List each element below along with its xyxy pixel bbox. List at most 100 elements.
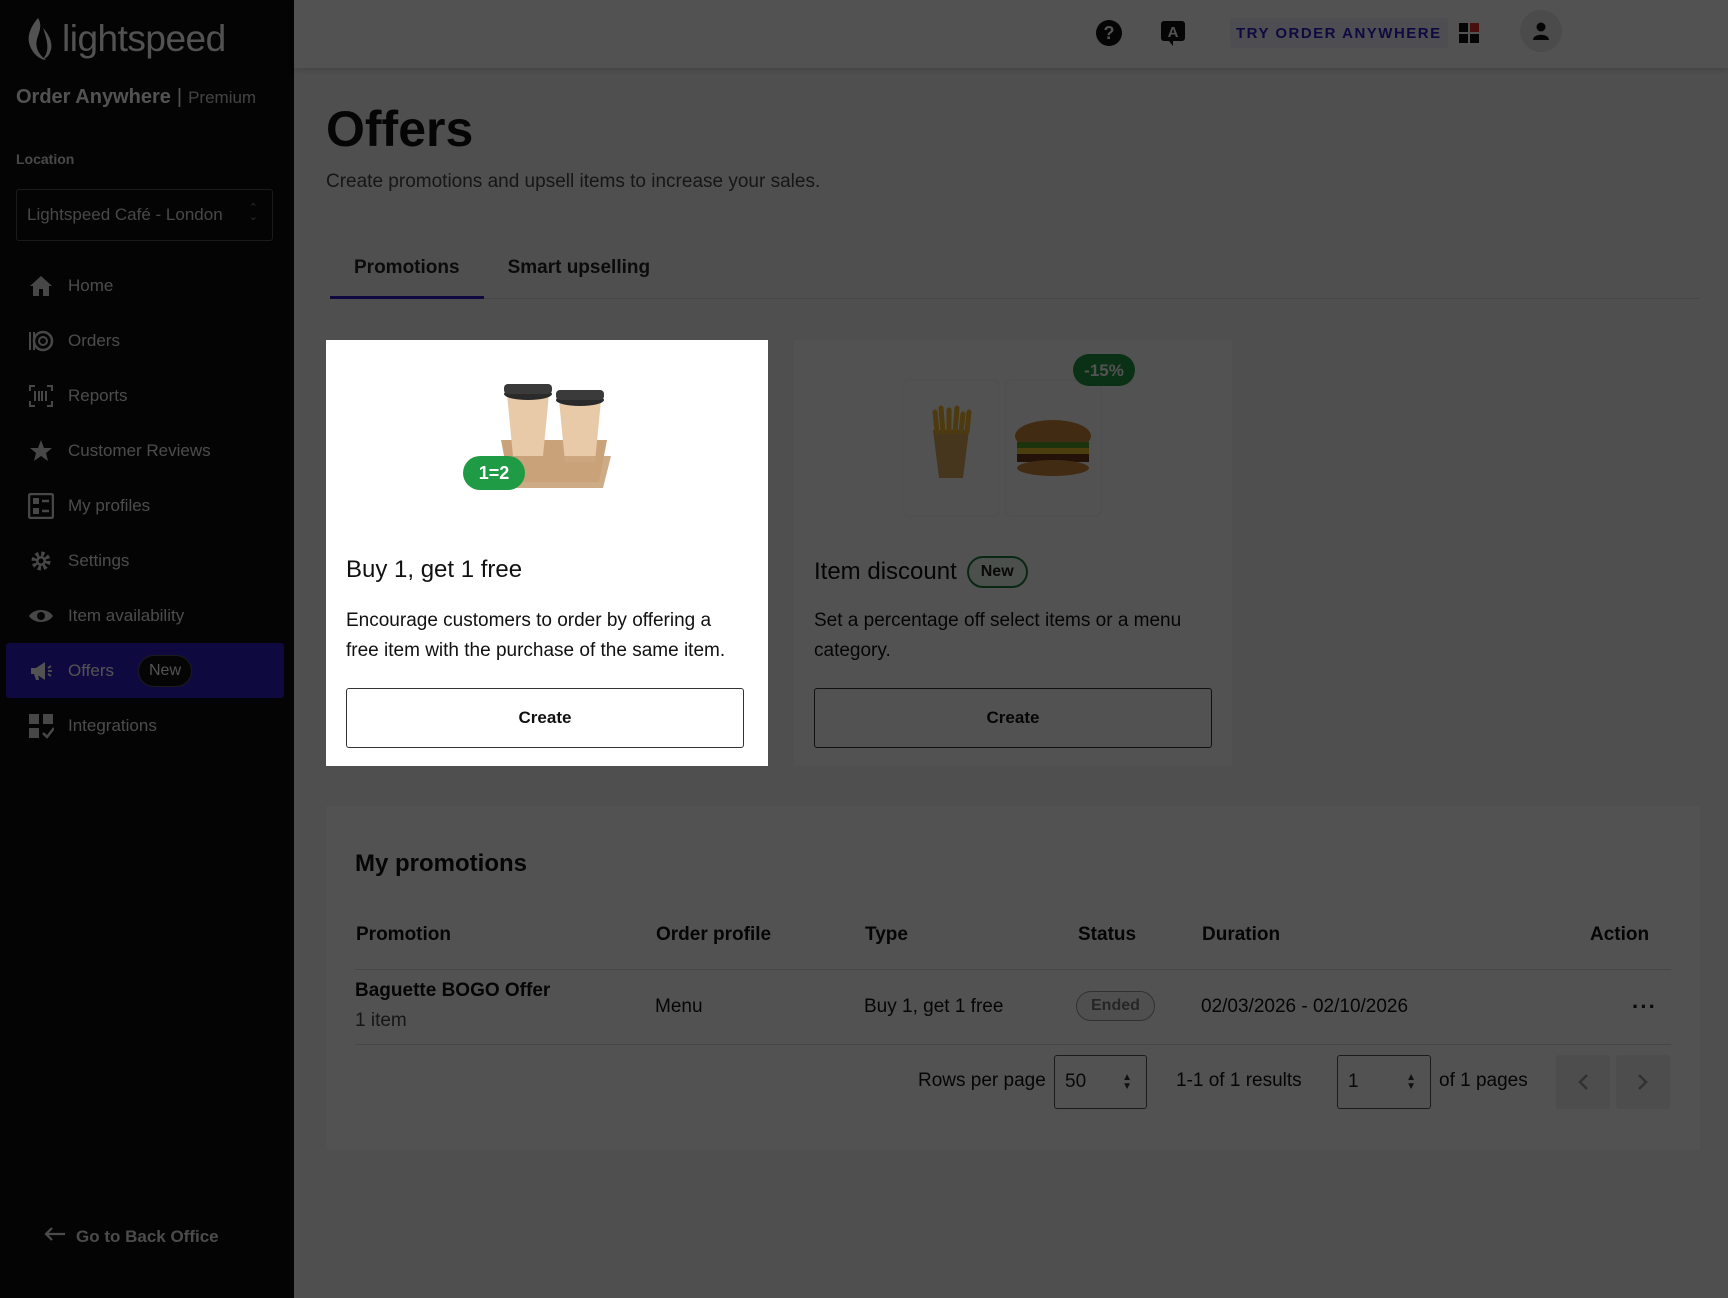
translate-icon[interactable]: A: [1158, 18, 1188, 48]
sidebar-item-orders[interactable]: Orders: [6, 313, 284, 368]
previous-page-button[interactable]: [1556, 1055, 1610, 1109]
user-icon: [1533, 22, 1549, 40]
create-item-discount-button[interactable]: Create: [814, 688, 1212, 748]
app-name-label: Order Anywhere: [16, 86, 171, 108]
megaphone-icon: [28, 658, 54, 684]
sidebar-item-offers[interactable]: Offers New: [6, 643, 284, 698]
sidebar-item-label: Offers: [68, 660, 114, 680]
app-name: Order Anywhere | Premium: [16, 86, 256, 109]
sidebar-item-reports[interactable]: Reports: [6, 368, 284, 423]
logo-text: lightspeed: [62, 18, 226, 59]
svg-text:A: A: [1168, 24, 1179, 41]
promotion-item-count: 1 item: [355, 1010, 407, 1031]
rows-per-page-value: 50: [1065, 1071, 1087, 1092]
sidebar-nav: Home Orders Reports Customer Reviews My …: [6, 258, 284, 753]
new-pill: New: [966, 556, 1028, 588]
sidebar-item-label: Customer Reviews: [68, 440, 211, 460]
location-value: Lightspeed Café - London: [27, 205, 223, 224]
sidebar-item-customer-reviews[interactable]: Customer Reviews: [6, 423, 284, 478]
sidebar-item-label: Reports: [68, 385, 128, 405]
sidebar-item-label: Item availability: [68, 605, 185, 625]
page-value: 1: [1348, 1071, 1359, 1092]
column-header-type: Type: [865, 924, 908, 945]
star-icon: [28, 438, 54, 464]
order-profile-cell: Menu: [655, 996, 703, 1017]
offers-tabs: Promotions Smart upselling: [330, 245, 1700, 299]
my-promotions-title: My promotions: [355, 850, 527, 877]
type-cell: Buy 1, get 1 free: [864, 996, 1004, 1017]
sidebar-item-integrations[interactable]: Integrations: [6, 698, 284, 753]
column-header-status: Status: [1078, 924, 1137, 945]
rows-per-page-select[interactable]: 50 ▲ ▼: [1054, 1055, 1147, 1109]
status-badge: Ended: [1076, 991, 1155, 1021]
sidebar-item-label: Home: [68, 275, 114, 295]
discount-badge-text: -15%: [1084, 361, 1124, 380]
location-select[interactable]: Lightspeed Café - London ⌃ ⌄: [16, 189, 273, 241]
tab-promotions[interactable]: Promotions: [330, 245, 484, 299]
chevron-right-icon: [1638, 1074, 1648, 1090]
sidebar-item-home[interactable]: Home: [6, 258, 284, 313]
help-icon[interactable]: ?: [1094, 18, 1124, 48]
column-header-order-profile: Order profile: [656, 924, 772, 945]
flame-icon: [28, 18, 52, 60]
page-title: Offers: [326, 101, 474, 157]
duration-cell: 02/03/2026 - 02/10/2026: [1201, 996, 1409, 1017]
top-bar: ? A TRY ORDER ANYWHERE: [294, 0, 1728, 68]
reports-icon: [28, 383, 54, 409]
create-bogo-button[interactable]: Create: [346, 688, 744, 748]
sidebar: lightspeed Order Anywhere | Premium Locati…: [0, 0, 294, 1298]
gear-icon: [28, 548, 54, 574]
my-promotions-panel: My promotions Promotion Order profile Ty…: [326, 806, 1700, 1150]
plan-tier: Premium: [188, 88, 257, 107]
sidebar-item-label: Settings: [68, 550, 130, 570]
card-title: Buy 1, get 1 free: [346, 556, 523, 583]
svg-text:?: ?: [1104, 23, 1115, 43]
orders-icon: [28, 328, 54, 354]
try-order-anywhere-button[interactable]: TRY ORDER ANYWHERE: [1230, 18, 1448, 48]
sidebar-item-label: My profiles: [68, 495, 151, 515]
select-chevron-icon: ⌃ ⌄: [248, 202, 258, 223]
table-row-divider: [355, 1044, 1671, 1045]
item-discount-card: -15% Item discount New Set a percentage …: [794, 340, 1232, 766]
sidebar-item-item-availability[interactable]: Item availability: [6, 588, 284, 643]
app-name-separator: |: [176, 86, 183, 108]
card-description: Set a percentage off select items or a m…: [814, 610, 1182, 661]
bogo-badge-text: 1=2: [479, 463, 510, 483]
rows-per-page-label: Rows per page: [918, 1070, 1046, 1091]
column-header-duration: Duration: [1202, 924, 1281, 945]
new-badge: New: [137, 654, 192, 687]
home-icon: [28, 273, 54, 299]
card-description: Encourage customers to order by offering…: [346, 610, 726, 661]
tab-smart-upselling[interactable]: Smart upselling: [484, 245, 675, 299]
total-pages: of 1 pages: [1439, 1070, 1528, 1091]
sidebar-item-my-profiles[interactable]: My profiles: [6, 478, 284, 533]
select-chevron-icon: ▲ ▼: [1122, 1072, 1132, 1092]
card-title: Item discount New: [814, 556, 1028, 588]
lightspeed-logo[interactable]: lightspeed: [24, 16, 226, 62]
apps-icon[interactable]: [1454, 18, 1484, 48]
location-label: Location: [16, 151, 75, 167]
bogo-illustration: 1=2: [326, 340, 768, 530]
table-header-divider: [355, 969, 1671, 970]
column-header-action: Action: [1590, 924, 1650, 945]
next-page-button[interactable]: [1616, 1055, 1670, 1109]
chevron-left-icon: [1578, 1074, 1588, 1090]
profiles-icon: [28, 492, 54, 519]
sidebar-item-label: Integrations: [68, 715, 157, 735]
more-actions-button[interactable]: ···: [1632, 994, 1657, 1020]
promotion-name[interactable]: Baguette BOGO Offer: [355, 980, 550, 1002]
column-header-promotion: Promotion: [356, 924, 451, 945]
arrow-left-icon: [44, 1226, 66, 1247]
integrations-icon: [28, 713, 54, 739]
results-count: 1-1 of 1 results: [1176, 1070, 1302, 1091]
eye-icon: [28, 603, 54, 629]
back-office-link[interactable]: Go to Back Office: [44, 1226, 219, 1247]
bogo-card: 1=2 Buy 1, get 1 free Encourage customer…: [326, 340, 768, 766]
page-subtitle: Create promotions and upsell items to in…: [326, 171, 821, 192]
page-select[interactable]: 1 ▲ ▼: [1337, 1055, 1431, 1109]
sidebar-item-label: Orders: [68, 330, 120, 350]
sidebar-item-settings[interactable]: Settings: [6, 533, 284, 588]
user-avatar[interactable]: [1520, 10, 1562, 52]
back-office-label: Go to Back Office: [76, 1226, 219, 1246]
card-title-label: Item discount: [814, 558, 957, 585]
